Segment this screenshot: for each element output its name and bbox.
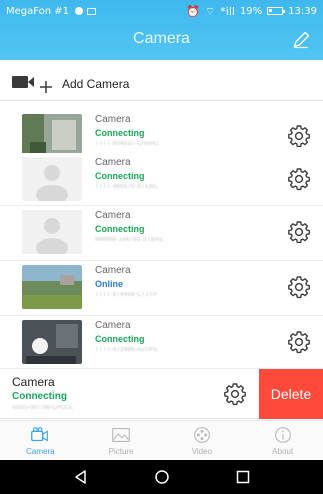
info-tab-icon [274, 427, 291, 443]
camera-name: Camera [95, 265, 131, 276]
camera-status: Connecting [95, 334, 145, 344]
camera-status: Connecting [12, 391, 67, 402]
camera-thumbnail [22, 114, 82, 158]
screenshot-icon [87, 7, 97, 15]
gear-icon[interactable] [287, 220, 311, 244]
camera-list-item[interactable]: Camera Connecting TTTT-472986-AZUPE [0, 316, 323, 369]
camera-id: TTTT-986570-BTEML [95, 184, 159, 190]
pencil-icon[interactable] [291, 30, 311, 50]
camera-status: Connecting [95, 128, 145, 138]
tab-label: Camera [26, 447, 55, 456]
camera-id: MMMM-334790-STBAE [95, 237, 164, 243]
gear-icon[interactable] [287, 330, 311, 354]
camera-thumbnail [22, 265, 82, 309]
wifi-icon: ⌔ [204, 4, 216, 18]
tab-label: Video [191, 447, 213, 456]
battery-percent: 19% [239, 5, 263, 17]
camera-name: Camera [12, 375, 55, 389]
camera-add-icon [12, 72, 62, 96]
system-nav-bar [0, 460, 323, 494]
camera-id: TTTT-472986-AZUPE [95, 347, 159, 353]
video-tab-icon [193, 427, 210, 443]
camera-name: Camera [95, 320, 131, 331]
camera-id: SSSS-007798-CPCCE [12, 405, 74, 411]
carrier-name: MegaFon #1 [6, 5, 70, 17]
clock: 13:39 [288, 5, 317, 17]
battery-icon [267, 7, 286, 15]
add-camera-row[interactable]: Add Camera [0, 67, 323, 101]
camera-list-item-swiped[interactable]: Camera Connecting SSSS-007798-CPCCE Dele… [0, 369, 323, 419]
signal-icon: *ill [220, 4, 235, 18]
tab-camera[interactable]: Camera [0, 421, 81, 460]
gear-icon[interactable] [287, 124, 311, 148]
record-icon [75, 7, 84, 15]
status-bar: MegaFon #1 ⏰ ⌔ *ill 19% 13:39 [0, 0, 323, 22]
camera-name: Camera [95, 114, 131, 125]
page-title: Camera [133, 30, 190, 47]
camera-status: Connecting [95, 224, 145, 234]
app-header: MegaFon #1 ⏰ ⌔ *ill 19% 13:39 Camera [0, 0, 323, 60]
camera-list-item[interactable]: Camera Connecting MMMM-334790-STBAE [0, 206, 323, 261]
delete-button[interactable]: Delete [259, 369, 323, 419]
camera-status: Connecting [95, 171, 145, 181]
camera-list-item[interactable]: Camera Online TTTT-874994-CTJTP [0, 261, 323, 316]
camera-id: TTTT-804837-CHHHJ [95, 141, 159, 147]
gear-icon[interactable] [287, 167, 311, 191]
camera-id: TTTT-874994-CTJTP [95, 292, 158, 298]
gear-icon[interactable] [223, 382, 247, 406]
camera-list-item[interactable]: Camera Connecting TTTT-986570-BTEML [0, 153, 323, 206]
camera-name: Camera [95, 210, 131, 221]
bottom-tab-bar: Camera Picture Video About [0, 420, 323, 460]
camera-thumbnail [22, 157, 82, 201]
camera-thumbnail [22, 320, 82, 364]
add-camera-label: Add Camera [62, 76, 130, 91]
recents-icon[interactable] [235, 469, 251, 485]
home-icon[interactable] [154, 469, 170, 485]
tab-about[interactable]: About [242, 421, 323, 460]
back-icon[interactable] [73, 469, 89, 485]
camera-name: Camera [95, 157, 131, 168]
tab-label: About [272, 447, 294, 456]
alarm-icon: ⏰ [186, 4, 200, 18]
camera-tab-icon [31, 427, 49, 442]
camera-status: Online [95, 279, 124, 289]
tab-label: Picture [108, 447, 134, 456]
gear-icon[interactable] [287, 275, 311, 299]
tab-picture[interactable]: Picture [81, 421, 162, 460]
tab-video[interactable]: Video [162, 421, 243, 460]
camera-thumbnail [22, 210, 82, 254]
picture-tab-icon [112, 428, 130, 442]
